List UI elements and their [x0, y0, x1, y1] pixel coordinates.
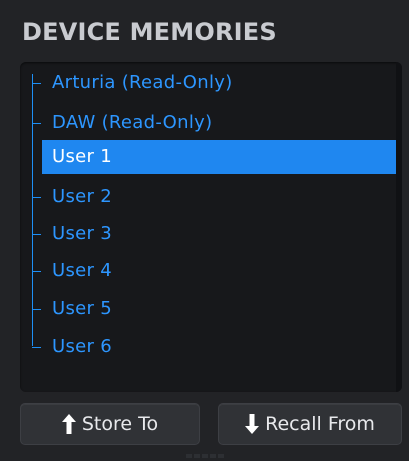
tree-tick — [32, 234, 41, 235]
memory-item-label: DAW (Read-Only) — [52, 112, 213, 133]
memory-item-daw[interactable]: DAW (Read-Only) — [20, 106, 402, 140]
arrow-down-icon — [245, 414, 260, 434]
memory-item-arturia[interactable]: Arturia (Read-Only) — [20, 66, 402, 100]
panel-title: DEVICE MEMORIES — [22, 18, 277, 46]
device-memories-panel: DEVICE MEMORIES Arturia (Read-Only) DAW … — [0, 0, 409, 461]
tree-tick — [32, 309, 41, 310]
memory-item-user-4[interactable]: User 4 — [20, 254, 402, 288]
memory-item-label: User 4 — [52, 260, 113, 281]
store-to-button[interactable]: Store To — [20, 403, 200, 445]
arrow-up-icon — [61, 414, 76, 434]
list-scrollbar[interactable] — [396, 62, 402, 392]
recall-from-button[interactable]: Recall From — [218, 403, 402, 445]
store-to-label: Store To — [81, 413, 159, 435]
tree-tick — [32, 347, 41, 348]
tree-tick — [32, 271, 41, 272]
recall-from-label: Recall From — [265, 413, 375, 435]
memory-item-label: User 5 — [52, 298, 113, 319]
resize-handle[interactable] — [186, 454, 224, 458]
memory-item-label: User 3 — [52, 223, 113, 244]
memory-list: Arturia (Read-Only) DAW (Read-Only) User… — [20, 62, 402, 392]
memory-item-user-1[interactable]: User 1 — [42, 140, 402, 174]
memory-item-user-2[interactable]: User 2 — [20, 180, 402, 214]
memory-item-label: User 2 — [52, 186, 113, 207]
memory-item-label: Arturia (Read-Only) — [52, 72, 233, 93]
tree-tick — [32, 123, 41, 124]
tree-tick — [32, 197, 41, 198]
memory-item-label: User 1 — [52, 146, 113, 167]
memory-item-user-5[interactable]: User 5 — [20, 292, 402, 326]
memory-item-user-6[interactable]: User 6 — [20, 330, 402, 364]
memory-item-user-3[interactable]: User 3 — [20, 217, 402, 251]
tree-tick — [32, 83, 41, 84]
memory-item-label: User 6 — [52, 336, 113, 357]
